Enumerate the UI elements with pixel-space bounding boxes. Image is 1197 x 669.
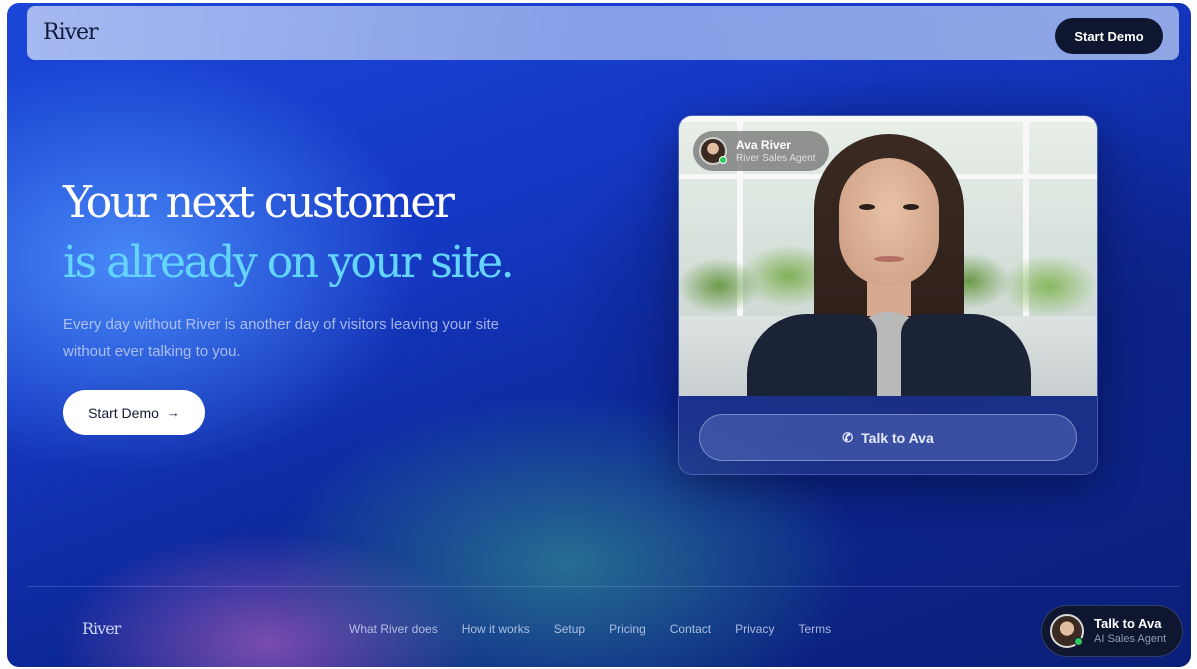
video-card: Ava River River Sales Agent ✆ Talk to Av… bbox=[678, 115, 1098, 475]
agent-mouth bbox=[874, 256, 904, 262]
hero-title-line2: is already on your site. bbox=[63, 237, 515, 288]
agent-role: River Sales Agent bbox=[736, 152, 816, 164]
chat-widget-title: Talk to Ava bbox=[1094, 616, 1162, 631]
footer-link-setup[interactable]: Setup bbox=[554, 622, 585, 636]
talk-to-ava-label: Talk to Ava bbox=[861, 429, 934, 446]
chat-widget-button[interactable]: Talk to Ava AI Sales Agent bbox=[1041, 605, 1183, 657]
agent-name: Ava River bbox=[736, 137, 791, 152]
hero-start-demo-button[interactable]: Start Demo → bbox=[63, 390, 205, 435]
chat-avatar bbox=[1050, 614, 1084, 648]
hero-title-line1: Your next customer bbox=[63, 177, 455, 228]
talk-to-ava-button[interactable]: ✆ Talk to Ava bbox=[699, 414, 1077, 461]
footer-link-terms[interactable]: Terms bbox=[798, 622, 831, 636]
agent-badge: Ava River River Sales Agent bbox=[693, 131, 829, 171]
footer-link-pricing[interactable]: Pricing bbox=[609, 622, 646, 636]
page-background: River Start Demo Your next customer is a… bbox=[7, 3, 1191, 667]
agent-eye bbox=[903, 204, 919, 210]
arrow-right-icon: → bbox=[166, 405, 180, 420]
footer-nav: What River does How it works Setup Prici… bbox=[349, 622, 831, 636]
footer-link-what-river-does[interactable]: What River does bbox=[349, 622, 438, 636]
footer-link-contact[interactable]: Contact bbox=[670, 622, 711, 636]
phone-icon: ✆ bbox=[842, 429, 854, 445]
online-status-icon bbox=[1074, 637, 1083, 646]
footer-link-how-it-works[interactable]: How it works bbox=[462, 622, 530, 636]
footer-divider bbox=[27, 586, 1179, 587]
agent-face bbox=[839, 158, 939, 286]
chat-widget-subtitle: AI Sales Agent bbox=[1094, 633, 1167, 645]
hero-subtitle: Every day without River is another day o… bbox=[63, 316, 500, 360]
header-start-demo-button[interactable]: Start Demo bbox=[1055, 18, 1163, 54]
top-nav: River Start Demo bbox=[27, 6, 1179, 60]
hero-title: Your next customer is already on your si… bbox=[63, 173, 515, 293]
hero-start-demo-label: Start Demo bbox=[88, 404, 159, 421]
online-status-icon bbox=[719, 156, 727, 164]
agent-avatar bbox=[699, 137, 727, 165]
agent-eye bbox=[859, 204, 875, 210]
agent-video: Ava River River Sales Agent bbox=[679, 116, 1097, 396]
site-logo[interactable]: River bbox=[43, 20, 99, 45]
footer-logo[interactable]: River bbox=[82, 619, 121, 638]
footer-link-privacy[interactable]: Privacy bbox=[735, 622, 774, 636]
